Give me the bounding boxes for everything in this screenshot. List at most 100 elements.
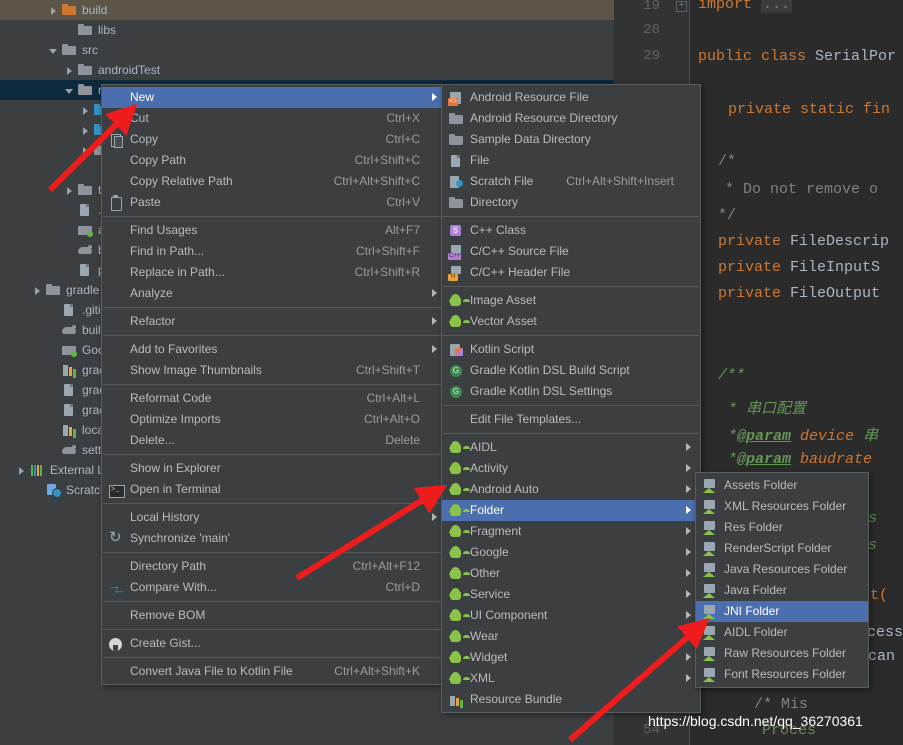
folder-icon [77, 62, 93, 78]
menu-item[interactable]: Google [442, 542, 700, 563]
menu-item[interactable]: Copy Relative Path Ctrl+Alt+Shift+C [102, 171, 446, 192]
menu-item[interactable]: Copy Path Ctrl+Shift+C [102, 150, 446, 171]
chevron-right-icon[interactable] [64, 185, 75, 196]
menu-item[interactable]: Java Folder [696, 580, 868, 601]
menu-item[interactable]: Res Folder [696, 517, 868, 538]
menu-item-label: Google [470, 545, 509, 559]
menu-item[interactable]: C/C++ Header File [442, 262, 700, 283]
chevron-right-icon[interactable] [48, 5, 59, 16]
menu-item[interactable]: Show in Explorer [102, 458, 446, 479]
menu-item[interactable]: Refactor [102, 311, 446, 332]
menu-item[interactable]: UI Component [442, 605, 700, 626]
chevron-right-icon[interactable] [64, 65, 75, 76]
menu-item[interactable]: Compare With... Ctrl+D [102, 577, 446, 598]
menu-item[interactable]: Other [442, 563, 700, 584]
menu-item[interactable]: Find in Path... Ctrl+Shift+F [102, 241, 446, 262]
menu-item[interactable]: Copy Ctrl+C [102, 129, 446, 150]
menu-item[interactable]: Remove BOM [102, 605, 446, 626]
code-line: import ... [698, 0, 793, 13]
menu-item-label: Directory [470, 195, 519, 209]
menu-item[interactable]: AIDL [442, 437, 700, 458]
menu-item[interactable]: Widget [442, 647, 700, 668]
context-menu[interactable]: New Cut Ctrl+X Copy Ctrl+C Copy Path Ctrl+Shif… [101, 84, 447, 685]
menu-item[interactable]: Android Auto [442, 479, 700, 500]
menu-item[interactable]: Delete... Delete [102, 430, 446, 451]
menu-item[interactable]: Optimize Imports Ctrl+Alt+O [102, 409, 446, 430]
menu-item[interactable]: New [102, 87, 446, 108]
chevron-down-icon[interactable] [48, 45, 59, 56]
tree-item[interactable]: src [0, 40, 614, 60]
menu-item[interactable]: Synchronize 'main' [102, 528, 446, 549]
menu-item-shortcut: Ctrl+Alt+Shift+Insert [566, 174, 674, 188]
menu-item[interactable]: Kotlin Script [442, 339, 700, 360]
new-submenu[interactable]: Android Resource File Android Resource Di… [441, 84, 701, 713]
menu-item[interactable]: Font Resources Folder [696, 664, 868, 685]
menu-item[interactable]: Paste Ctrl+V [102, 192, 446, 213]
chevron-right-icon[interactable] [16, 465, 27, 476]
folder-icon [77, 22, 93, 38]
menu-item[interactable]: Fragment [442, 521, 700, 542]
menu-arrow-placeholder [684, 360, 694, 381]
tree-item[interactable]: build [0, 0, 614, 20]
menu-item[interactable]: Gradle Kotlin DSL Settings [442, 381, 700, 402]
menu-item[interactable]: Assets Folder [696, 475, 868, 496]
menu-item[interactable]: Raw Resources Folder [696, 643, 868, 664]
menu-item[interactable]: XML Resources Folder [696, 496, 868, 517]
menu-item[interactable]: Local History [102, 507, 446, 528]
chevron-right-icon[interactable] [80, 105, 91, 116]
menu-item[interactable]: Replace in Path... Ctrl+Shift+R [102, 262, 446, 283]
copy-icon [108, 132, 124, 148]
menu-arrow-placeholder [430, 479, 440, 500]
menu-arrow-placeholder [684, 311, 694, 332]
menu-item[interactable]: Analyze [102, 283, 446, 304]
menu-item[interactable]: Open in Terminal [102, 479, 446, 500]
menu-item[interactable]: Image Asset [442, 290, 700, 311]
menu-item[interactable]: Cut Ctrl+X [102, 108, 446, 129]
submenu-chevron-icon [430, 283, 440, 304]
submenu-chevron-icon [684, 626, 694, 647]
res-folder-icon [702, 541, 718, 557]
menu-item[interactable]: Show Image Thumbnails Ctrl+Shift+T [102, 360, 446, 381]
menu-item[interactable]: Directory [442, 192, 700, 213]
menu-item[interactable]: Folder [442, 500, 700, 521]
menu-item[interactable]: Edit File Templates... [442, 409, 700, 430]
menu-item[interactable]: Gradle Kotlin DSL Build Script [442, 360, 700, 381]
menu-item[interactable]: Activity [442, 458, 700, 479]
folder-submenu[interactable]: Assets Folder XML Resources Folder Res Fol… [695, 472, 869, 688]
menu-item[interactable]: Vector Asset [442, 311, 700, 332]
menu-item-label: C/C++ Source File [470, 244, 569, 258]
menu-item[interactable]: Service [442, 584, 700, 605]
menu-item[interactable]: XML [442, 668, 700, 689]
menu-item[interactable]: Android Resource Directory [442, 108, 700, 129]
menu-item[interactable]: Android Resource File [442, 87, 700, 108]
menu-item[interactable]: Scratch File Ctrl+Alt+Shift+Insert [442, 171, 700, 192]
menu-item[interactable]: Resource Bundle [442, 689, 700, 710]
menu-item[interactable]: Directory Path Ctrl+Alt+F12 [102, 556, 446, 577]
menu-item[interactable]: Create Gist... [102, 633, 446, 654]
menu-arrow-placeholder [852, 517, 862, 538]
file-icon [61, 402, 77, 418]
menu-item[interactable]: Add to Favorites [102, 339, 446, 360]
menu-item[interactable]: Wear [442, 626, 700, 647]
fold-marker-icon[interactable]: + [676, 1, 687, 12]
menu-item[interactable]: C++ Class [442, 220, 700, 241]
menu-item[interactable]: JNI Folder [696, 601, 868, 622]
tree-item[interactable]: androidTest [0, 60, 614, 80]
menu-item[interactable]: File [442, 150, 700, 171]
menu-item[interactable]: C/C++ Source File [442, 241, 700, 262]
menu-item[interactable]: Reformat Code Ctrl+Alt+L [102, 388, 446, 409]
chevron-down-icon[interactable] [64, 85, 75, 96]
menu-item-label: Copy Path [130, 153, 187, 167]
chevron-right-icon[interactable] [32, 285, 43, 296]
menu-item[interactable]: Java Resources Folder [696, 559, 868, 580]
menu-item[interactable]: AIDL Folder [696, 622, 868, 643]
menu-item[interactable]: Convert Java File to Kotlin File Ctrl+Alt… [102, 661, 446, 682]
chevron-right-icon[interactable] [80, 145, 91, 156]
chevron-right-icon[interactable] [80, 125, 91, 136]
submenu-chevron-icon [430, 87, 440, 108]
menu-item[interactable]: Find Usages Alt+F7 [102, 220, 446, 241]
menu-item[interactable]: RenderScript Folder [696, 538, 868, 559]
menu-item[interactable]: Sample Data Directory [442, 129, 700, 150]
menu-item-label: JNI Folder [724, 604, 780, 618]
tree-item[interactable]: libs [0, 20, 614, 40]
